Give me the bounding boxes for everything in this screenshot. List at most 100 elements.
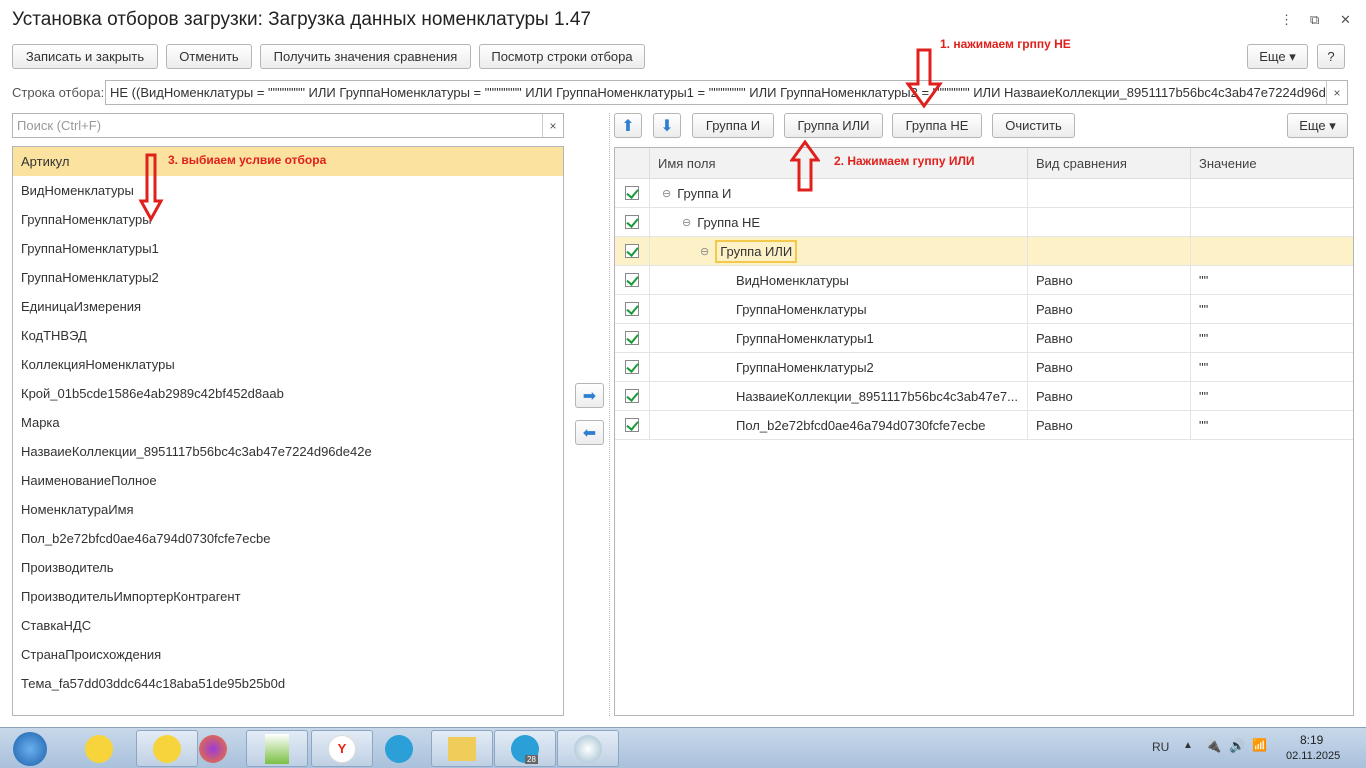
row-compare[interactable]: Равно <box>1027 266 1190 294</box>
row-value[interactable]: "" <box>1190 324 1353 352</box>
row-compare[interactable] <box>1027 208 1190 236</box>
field-list-item[interactable]: ГруппаНоменклатуры1 <box>13 234 563 263</box>
taskbar-1c-icon[interactable] <box>68 730 130 767</box>
field-list-item[interactable]: СтранаПроисхождения <box>13 640 563 669</box>
remove-arrow-left-icon[interactable]: ⬅ <box>575 420 604 445</box>
move-down-icon[interactable]: ⬇ <box>653 113 681 138</box>
fields-list[interactable]: Артикул ВидНоменклатуры ГруппаНоменклатуры… <box>12 146 564 716</box>
taskbar-paint-icon[interactable] <box>557 730 619 767</box>
clock-date[interactable]: 02.11.2025 <box>1286 750 1340 762</box>
power-icon[interactable]: 🔌 <box>1205 738 1221 754</box>
menu-icon[interactable]: ⋮ <box>1280 12 1293 28</box>
row-compare[interactable] <box>1027 237 1190 265</box>
taskbar-telegram-icon[interactable] <box>368 730 430 767</box>
move-up-icon[interactable]: ⬆ <box>614 113 642 138</box>
row-compare[interactable]: Равно <box>1027 295 1190 323</box>
add-arrow-right-icon[interactable]: ➡ <box>575 383 604 408</box>
row-value[interactable]: "" <box>1190 382 1353 410</box>
row-value[interactable]: "" <box>1190 266 1353 294</box>
view-row-button[interactable]: Посмотр строки отбора <box>479 44 645 69</box>
taskbar-notepad-icon[interactable] <box>246 730 308 767</box>
search-input[interactable]: Поиск (Ctrl+F) × <box>12 113 564 138</box>
row-value[interactable]: "" <box>1190 295 1353 323</box>
table-row[interactable]: НазваиеКоллекции_8951117b56bc4c3ab47e7..… <box>615 382 1353 411</box>
table-row[interactable]: ГруппаНоменклатуры2 Равно "" <box>615 353 1353 382</box>
field-list-item[interactable]: Тема_fa57dd03ddc644c18aba51de95b25b0d <box>13 669 563 698</box>
row-value[interactable]: "" <box>1190 353 1353 381</box>
field-list-item[interactable]: НаименованиеПолное <box>13 466 563 495</box>
network-icon[interactable]: 📶 <box>1252 738 1267 752</box>
row-compare[interactable]: Равно <box>1027 324 1190 352</box>
field-list-item[interactable]: ГруппаНоменклатуры2 <box>13 263 563 292</box>
row-compare[interactable]: Равно <box>1027 411 1190 439</box>
row-checkbox[interactable] <box>625 389 639 403</box>
taskbar-yandex-icon[interactable]: Y <box>311 730 373 767</box>
table-row[interactable]: Пол_b2e72bfcd0ae46a794d0730fcfe7ecbe Равн… <box>615 411 1353 440</box>
language-indicator[interactable]: RU <box>1152 740 1169 754</box>
field-list-item[interactable]: СтавкаНДС <box>13 611 563 640</box>
taskbar-firefox-icon[interactable] <box>182 730 244 767</box>
tray-expand-icon[interactable]: ▲ <box>1183 740 1193 751</box>
filter-row-input[interactable]: НЕ ((ВидНоменклатуры = """""""" ИЛИ Груп… <box>105 80 1348 105</box>
group-or-button[interactable]: Группа ИЛИ <box>784 113 883 138</box>
field-list-item[interactable]: Крой_01b5cde1586e4ab2989c42bf452d8aab <box>13 379 563 408</box>
table-row[interactable]: ⊖ Группа И <box>615 179 1353 208</box>
row-checkbox[interactable] <box>625 418 639 432</box>
field-list-item[interactable]: Производитель <box>13 553 563 582</box>
field-list-item[interactable]: НазваиеКоллекции_8951117b56bc4c3ab47e722… <box>13 437 563 466</box>
restore-icon[interactable]: ⧉ <box>1310 12 1319 28</box>
row-value[interactable] <box>1190 208 1353 236</box>
row-compare[interactable]: Равно <box>1027 353 1190 381</box>
row-checkbox[interactable] <box>625 186 639 200</box>
taskbar-explorer-icon[interactable] <box>431 730 493 767</box>
save-close-button[interactable]: Записать и закрыть <box>12 44 158 69</box>
row-value[interactable] <box>1190 237 1353 265</box>
clock-time[interactable]: 8:19 <box>1300 733 1323 747</box>
start-button[interactable] <box>2 730 58 767</box>
row-checkbox[interactable] <box>625 244 639 258</box>
table-row[interactable]: ВидНоменклатуры Равно "" <box>615 266 1353 295</box>
right-more-button[interactable]: Еще ▾ <box>1287 113 1348 138</box>
row-compare[interactable]: Равно <box>1027 382 1190 410</box>
table-row[interactable]: ГруппаНоменклатуры Равно "" <box>615 295 1353 324</box>
row-checkbox[interactable] <box>625 331 639 345</box>
clear-button[interactable]: Очистить <box>992 113 1075 138</box>
field-list-item[interactable]: ГруппаНоменклатуры <box>13 205 563 234</box>
field-list-item[interactable]: ЕдиницаИзмерения <box>13 292 563 321</box>
row-value[interactable] <box>1190 179 1353 207</box>
row-checkbox[interactable] <box>625 215 639 229</box>
group-not-button[interactable]: Группа НЕ <box>892 113 982 138</box>
clear-search-icon[interactable]: × <box>542 114 563 137</box>
field-list-item[interactable]: КодТНВЭД <box>13 321 563 350</box>
col-compare[interactable]: Вид сравнения <box>1027 148 1190 178</box>
field-list-item[interactable]: ПроизводительИмпортерКонтрагент <box>13 582 563 611</box>
collapse-icon[interactable]: ⊖ <box>682 216 691 229</box>
row-checkbox[interactable] <box>625 273 639 287</box>
row-value[interactable]: "" <box>1190 411 1353 439</box>
field-list-item[interactable]: Пол_b2e72bfcd0ae46a794d0730fcfe7ecbe <box>13 524 563 553</box>
table-row[interactable]: ⊖ Группа ИЛИ <box>615 237 1353 266</box>
clear-icon[interactable]: × <box>1326 81 1347 104</box>
splitter[interactable] <box>609 113 610 716</box>
row-compare[interactable] <box>1027 179 1190 207</box>
row-checkbox[interactable] <box>625 360 639 374</box>
more-button[interactable]: Еще ▾ <box>1247 44 1308 69</box>
table-row[interactable]: ГруппаНоменклатуры1 Равно "" <box>615 324 1353 353</box>
table-row[interactable]: ⊖ Группа НЕ <box>615 208 1353 237</box>
row-name[interactable]: Группа ИЛИ <box>715 239 798 263</box>
field-list-item[interactable]: КоллекцияНоменклатуры <box>13 350 563 379</box>
group-and-button[interactable]: Группа И <box>692 113 774 138</box>
filter-table[interactable]: Имя поля Вид сравнения Значение ⊖ Группа … <box>614 147 1354 716</box>
get-values-button[interactable]: Получить значения сравнения <box>260 44 471 69</box>
help-button[interactable]: ? <box>1317 44 1345 69</box>
row-checkbox[interactable] <box>625 302 639 316</box>
field-list-item[interactable]: НоменклатураИмя <box>13 495 563 524</box>
field-list-item[interactable]: Марка <box>13 408 563 437</box>
taskbar-telegram2-icon[interactable]: 28 <box>494 730 556 767</box>
col-value[interactable]: Значение <box>1190 148 1353 178</box>
close-icon[interactable]: ✕ <box>1340 12 1351 28</box>
cancel-button[interactable]: Отменить <box>166 44 252 69</box>
collapse-icon[interactable]: ⊖ <box>662 187 671 200</box>
collapse-icon[interactable]: ⊖ <box>700 245 709 258</box>
volume-icon[interactable]: 🔊 <box>1229 738 1245 754</box>
